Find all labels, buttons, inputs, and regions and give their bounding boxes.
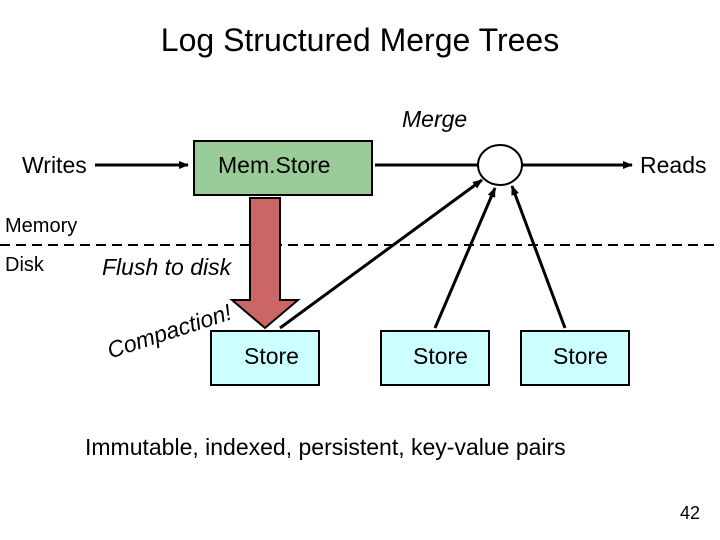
- store-label-2: Store: [413, 343, 468, 370]
- reads-label: Reads: [640, 152, 706, 179]
- store-label-3: Store: [553, 343, 608, 370]
- flush-label: Flush to disk: [102, 254, 231, 281]
- disk-label: Disk: [5, 254, 44, 277]
- merge-label: Merge: [402, 106, 467, 133]
- memory-label: Memory: [5, 215, 77, 238]
- memstore-label: Mem.Store: [218, 152, 330, 179]
- slide-title: Log Structured Merge Trees: [0, 22, 720, 59]
- page-number: 42: [680, 503, 700, 524]
- writes-label: Writes: [22, 152, 87, 179]
- subtitle: Immutable, indexed, persistent, key-valu…: [85, 434, 566, 461]
- flush-arrow-icon: [232, 198, 298, 328]
- store-label-1: Store: [244, 343, 299, 370]
